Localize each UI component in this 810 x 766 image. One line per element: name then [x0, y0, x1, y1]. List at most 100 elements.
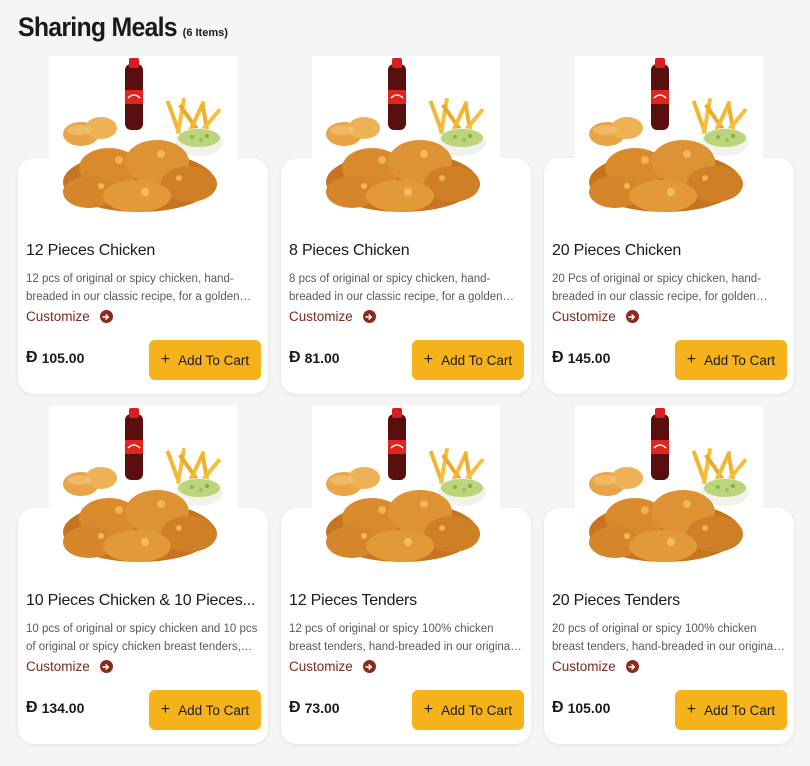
bun-icon — [589, 467, 643, 496]
arrow-right-circle-icon — [99, 660, 113, 673]
product-title[interactable]: 12 Pieces Chicken — [26, 242, 262, 260]
add-to-cart-button[interactable]: + Add To Cart — [149, 690, 261, 730]
customize-link[interactable]: Customize — [26, 309, 113, 324]
item-count: (6 Items) — [182, 27, 228, 39]
dirham-icon: Ð — [552, 699, 564, 716]
product-price: Ð 105.00 — [26, 349, 85, 367]
section-header: Sharing Meals (6 Items) — [18, 12, 228, 43]
product-price: Ð 145.00 — [552, 349, 611, 367]
customize-label: Customize — [552, 309, 616, 324]
product-description: 8 pcs of original or spicy chicken, hand… — [289, 273, 503, 303]
price-value: 73.00 — [304, 700, 340, 716]
product-description: 12 pcs of original or spicy chicken, han… — [26, 273, 240, 303]
product-title[interactable]: 20 Pieces Chicken — [552, 242, 788, 260]
product-description: 12 pcs of original or spicy 100% chicken… — [289, 623, 513, 653]
add-to-cart-button[interactable]: + Add To Cart — [412, 340, 524, 380]
customize-link[interactable]: Customize — [289, 659, 376, 674]
dirham-icon: Ð — [26, 349, 38, 366]
customize-label: Customize — [289, 659, 353, 674]
chicken-meal-image[interactable] — [49, 56, 237, 220]
arrow-right-circle-icon — [625, 310, 639, 323]
plus-icon: + — [160, 701, 171, 718]
plus-icon: + — [423, 351, 434, 368]
price-value: 105.00 — [41, 350, 85, 366]
soda-bottle-icon — [651, 58, 669, 130]
meal-illustration — [589, 58, 749, 212]
chicken-meal-image[interactable] — [575, 56, 763, 220]
customize-label: Customize — [26, 309, 90, 324]
product-card[interactable]: 8 Pieces Chicken 8 pcs of original or sp… — [281, 56, 531, 394]
section-title: Sharing Meals — [18, 12, 178, 42]
chicken-meal-image[interactable] — [312, 56, 500, 220]
soda-bottle-icon — [125, 408, 143, 480]
product-title[interactable]: 12 Pieces Tenders — [289, 592, 525, 610]
product-card[interactable]: 20 Pieces Tenders 20 pcs of original or … — [544, 406, 794, 744]
product-grid: 12 Pieces Chicken 12 pcs of original or … — [18, 56, 794, 744]
arrow-right-circle-icon — [362, 660, 376, 673]
add-to-cart-button[interactable]: + Add To Cart — [675, 690, 787, 730]
product-price: Ð 73.00 — [289, 699, 340, 717]
product-price: Ð 81.00 — [289, 349, 340, 367]
product-card[interactable]: 12 Pieces Chicken 12 pcs of original or … — [18, 56, 268, 394]
price-value: 105.00 — [567, 700, 611, 716]
add-to-cart-label: Add To Cart — [704, 702, 776, 718]
product-card[interactable]: 20 Pieces Chicken 20 Pcs of original or … — [544, 56, 794, 394]
tenders-meal-image[interactable] — [575, 406, 763, 570]
customize-link[interactable]: Customize — [289, 309, 376, 324]
plus-icon: + — [686, 701, 697, 718]
chicken-tenders-meal-image[interactable] — [49, 406, 237, 570]
add-to-cart-label: Add To Cart — [178, 352, 250, 368]
bun-icon — [63, 467, 117, 496]
add-to-cart-button[interactable]: + Add To Cart — [412, 690, 524, 730]
bun-icon — [589, 117, 643, 146]
price-value: 145.00 — [567, 350, 611, 366]
arrow-right-circle-icon — [362, 310, 376, 323]
add-to-cart-label: Add To Cart — [441, 352, 513, 368]
meal-illustration — [326, 58, 486, 212]
price-value: 81.00 — [304, 350, 340, 366]
add-to-cart-button[interactable]: + Add To Cart — [149, 340, 261, 380]
arrow-right-circle-icon — [625, 660, 639, 673]
customize-link[interactable]: Customize — [552, 309, 639, 324]
product-title[interactable]: 10 Pieces Chicken & 10 Pieces... — [26, 592, 262, 610]
tenders-meal-image[interactable] — [312, 406, 500, 570]
customize-link[interactable]: Customize — [552, 659, 639, 674]
customize-label: Customize — [289, 309, 353, 324]
bun-icon — [326, 117, 380, 146]
product-card[interactable]: 10 Pieces Chicken & 10 Pieces... 10 pcs … — [18, 406, 268, 744]
customize-link[interactable]: Customize — [26, 659, 113, 674]
plus-icon: + — [686, 351, 697, 368]
bun-icon — [63, 117, 117, 146]
meal-illustration — [63, 58, 223, 212]
meal-illustration — [589, 408, 749, 562]
soda-bottle-icon — [125, 58, 143, 130]
add-to-cart-label: Add To Cart — [704, 352, 776, 368]
bun-icon — [326, 467, 380, 496]
arrow-right-circle-icon — [99, 310, 113, 323]
dirham-icon: Ð — [26, 699, 38, 716]
customize-label: Customize — [26, 659, 90, 674]
dirham-icon: Ð — [289, 699, 301, 716]
add-to-cart-label: Add To Cart — [178, 702, 250, 718]
soda-bottle-icon — [388, 58, 406, 130]
meal-illustration — [326, 408, 486, 562]
add-to-cart-button[interactable]: + Add To Cart — [675, 340, 787, 380]
product-description: 20 Pcs of original or spicy chicken, han… — [552, 273, 762, 303]
customize-label: Customize — [552, 659, 616, 674]
meal-illustration — [63, 408, 223, 562]
soda-bottle-icon — [651, 408, 669, 480]
price-value: 134.00 — [41, 700, 85, 716]
product-description: 20 pcs of original or spicy 100% chicken… — [552, 623, 776, 653]
dirham-icon: Ð — [289, 349, 301, 366]
dirham-icon: Ð — [552, 349, 564, 366]
product-title[interactable]: 8 Pieces Chicken — [289, 242, 525, 260]
soda-bottle-icon — [388, 408, 406, 480]
product-card[interactable]: 12 Pieces Tenders 12 pcs of original or … — [281, 406, 531, 744]
product-price: Ð 134.00 — [26, 699, 85, 717]
plus-icon: + — [423, 701, 434, 718]
product-title[interactable]: 20 Pieces Tenders — [552, 592, 788, 610]
product-description: 10 pcs of original or spicy chicken and … — [26, 623, 258, 653]
product-price: Ð 105.00 — [552, 699, 611, 717]
plus-icon: + — [160, 351, 171, 368]
add-to-cart-label: Add To Cart — [441, 702, 513, 718]
